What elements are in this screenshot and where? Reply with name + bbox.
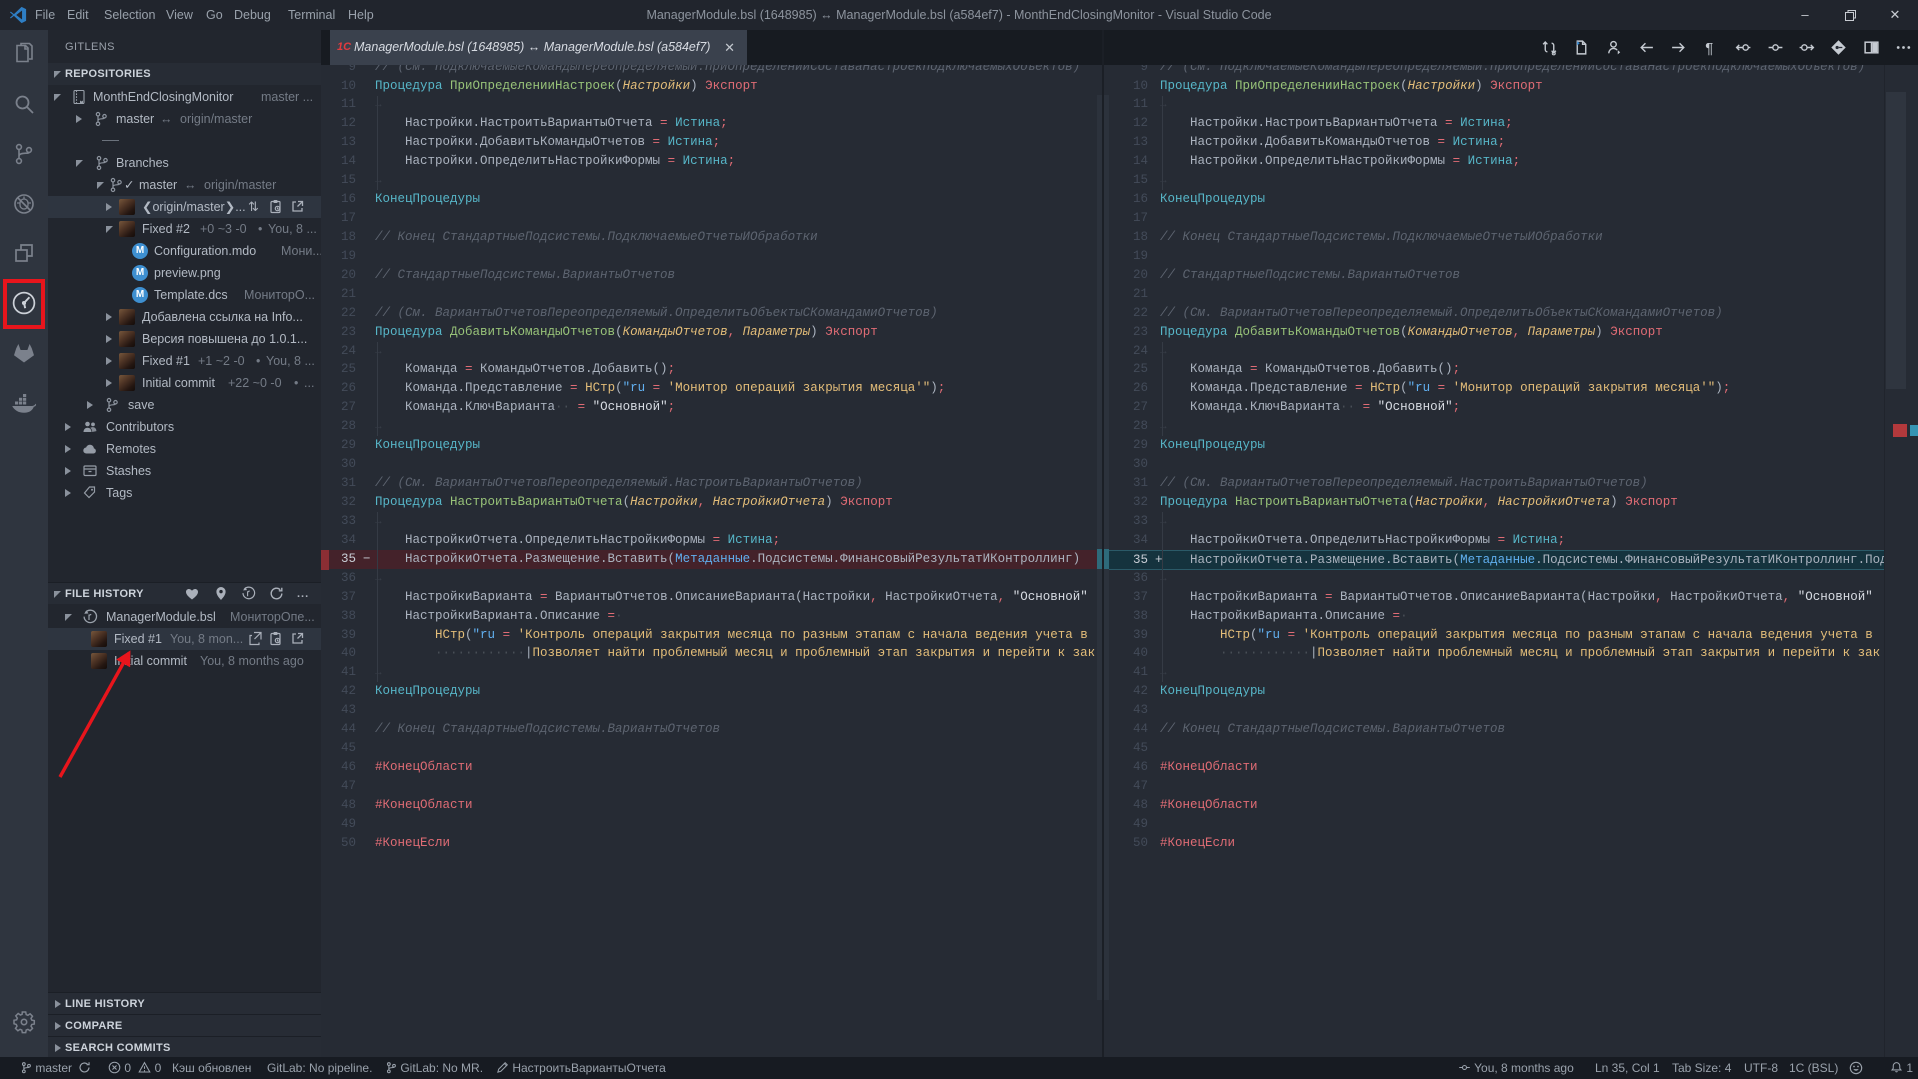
svg-text:¶: ¶ — [1705, 41, 1713, 56]
